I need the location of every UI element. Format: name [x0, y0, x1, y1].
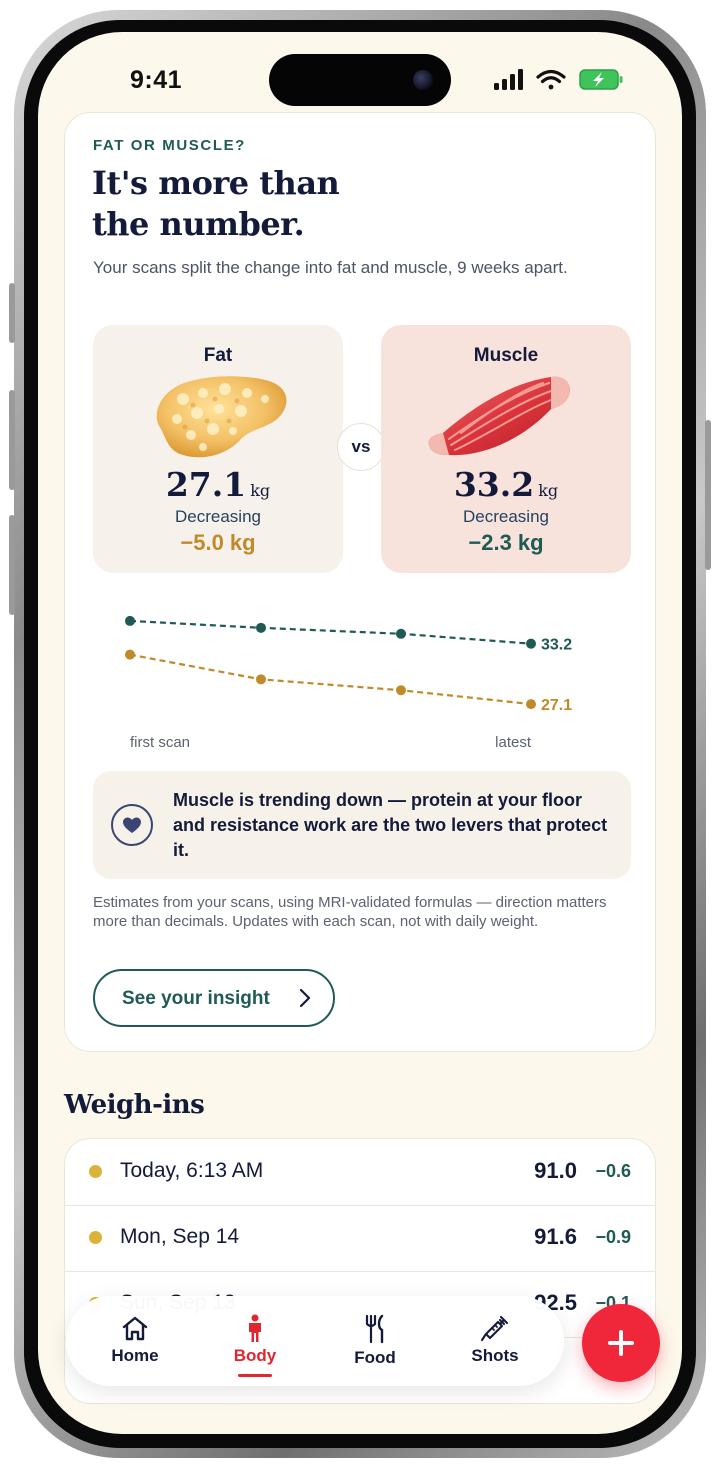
series-line — [129, 653, 532, 706]
tab-food-label: Food — [354, 1348, 396, 1367]
x-axis-label: first scan — [130, 734, 190, 751]
volume-up-button — [9, 390, 15, 490]
fat-title: Fat — [203, 345, 233, 366]
series-end-label: 27.1 — [541, 697, 572, 714]
syringe-icon — [480, 1315, 509, 1342]
tab-shots[interactable]: Shots — [450, 1308, 540, 1376]
muscle-title: Muscle — [473, 345, 539, 366]
x-axis-label: latest — [495, 734, 532, 751]
muscle-trend: Decreasing — [463, 507, 549, 526]
muscle-tissue-icon — [428, 376, 570, 456]
active-tab-indicator — [238, 1374, 272, 1377]
series-line — [129, 619, 532, 645]
fat-trend: Decreasing — [175, 507, 261, 526]
tab-home[interactable]: Home — [90, 1308, 180, 1376]
tab-body-label: Body — [233, 1346, 277, 1365]
chevron-right-icon — [299, 988, 311, 1008]
status-dot — [89, 1165, 102, 1178]
status-dot — [89, 1231, 102, 1244]
muscle-delta: −2.3 kg — [468, 530, 544, 555]
see-insight-button[interactable]: See your insight — [93, 969, 335, 1027]
headline-line-2: the number. — [92, 205, 305, 243]
volume-down-button — [9, 515, 15, 615]
card-subtext: Your scans split the change into fat and… — [93, 258, 568, 277]
screen: 9:41 FAT OR MUSCLE? It's more than the n… — [38, 32, 682, 1434]
muscle-value: 33.2 kg — [453, 465, 559, 504]
data-point — [396, 628, 406, 639]
action-button — [9, 283, 15, 343]
tab-bar: Home Body Food Shots — [66, 1296, 564, 1386]
weighin-row[interactable]: Today, 6:13 AM 91.0 −0.6 — [65, 1139, 655, 1206]
fat-stat-tile[interactable]: Fat 27.1 kg Decreasing −5.0 kg — [93, 325, 343, 573]
plus-icon — [608, 1330, 634, 1356]
data-point — [396, 685, 406, 696]
data-point — [526, 638, 536, 649]
weighins-title: Weigh-ins — [64, 1090, 205, 1120]
tab-shots-label: Shots — [471, 1346, 519, 1365]
weighin-weight: 91.6 — [534, 1224, 577, 1249]
data-point — [256, 622, 266, 633]
camera-icon — [413, 70, 433, 90]
weighin-date: Today, 6:13 AM — [120, 1159, 264, 1182]
trend-chart: 33.2 27.1 first scan latest — [125, 615, 572, 751]
fat-delta: −5.0 kg — [180, 530, 256, 555]
add-button[interactable] — [582, 1304, 660, 1382]
muscle-stat-tile[interactable]: Muscle 33.2 kg Decreasing −2.3 kg — [381, 325, 631, 573]
data-point — [125, 615, 135, 626]
headline-line-1: It's more than — [92, 164, 340, 202]
footnote: Estimates from your scans, using MRI-val… — [93, 894, 607, 930]
callout-text: Muscle is trending down — protein at you… — [173, 790, 608, 860]
tab-body[interactable]: Body — [210, 1308, 300, 1377]
tab-home-label: Home — [111, 1346, 159, 1365]
heart-icon — [111, 804, 153, 846]
weighin-change: −0.9 — [595, 1227, 631, 1247]
weighin-date: Mon, Sep 14 — [120, 1225, 240, 1248]
weighin-row[interactable]: Mon, Sep 14 91.6 −0.9 — [65, 1205, 655, 1272]
power-button — [705, 420, 711, 570]
fork-knife-icon — [365, 1314, 384, 1344]
headline: It's more than the number. — [92, 163, 452, 245]
fat-muscle-card: FAT OR MUSCLE? It's more than the number… — [64, 112, 656, 1052]
data-point — [125, 649, 135, 660]
status-time: 9:41 — [130, 66, 183, 94]
data-point — [526, 699, 536, 710]
status-icons — [494, 69, 623, 90]
weighin-change: −0.6 — [595, 1161, 631, 1181]
body-icon — [249, 1314, 261, 1342]
battery-icon — [579, 69, 623, 90]
wifi-icon — [536, 69, 566, 90]
signal-icon — [494, 69, 523, 90]
fat-value: 27.1 kg — [165, 465, 271, 504]
see-insight-label: See your insight — [122, 988, 270, 1009]
tab-food[interactable]: Food — [330, 1308, 420, 1376]
series-end-label: 33.2 — [541, 637, 572, 654]
fat-tissue-icon — [156, 376, 287, 458]
data-point — [256, 674, 266, 685]
home-icon — [122, 1316, 148, 1341]
vs-badge: vs — [337, 423, 385, 471]
eyebrow-label: FAT OR MUSCLE? — [93, 137, 246, 154]
weighin-weight: 91.0 — [534, 1158, 577, 1183]
dynamic-island — [269, 54, 451, 106]
insight-callout: Muscle is trending down — protein at you… — [93, 771, 631, 879]
